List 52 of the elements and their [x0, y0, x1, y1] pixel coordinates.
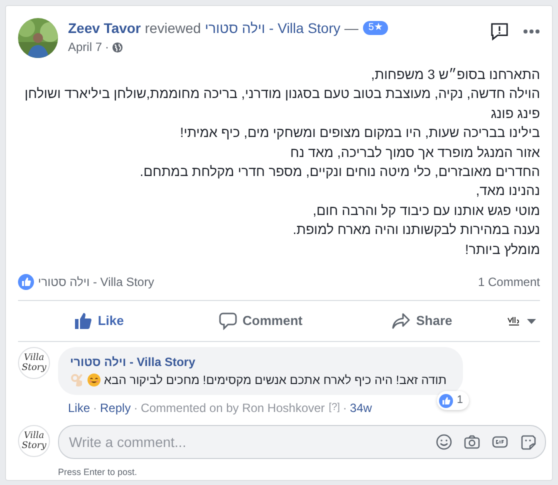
share-button[interactable]: Share	[341, 305, 504, 338]
likers-link[interactable]: וילה סטורי - Villa Story	[38, 273, 154, 292]
comment-count-link[interactable]: 1 Comment	[478, 273, 540, 292]
page-link[interactable]: וילה סטורי - Villa Story	[204, 19, 340, 37]
comment-text: תודה זאב! היה כיף לארח אתכם אנשים מקסימים! מחכים לביקור הבא	[104, 372, 446, 388]
ok-hand-icon	[70, 373, 84, 388]
avatar[interactable]	[18, 18, 58, 58]
like-button[interactable]: Like	[18, 305, 180, 338]
post-text: החדרים מאובזרים, כלי מיטה נוחים ונקיים, מספר חדרי מקלחת במתחם.	[138, 163, 540, 182]
post-text: בילינו בבריכה שעות, היו במקום מצופים ומשחקי מים, כיף אמיתי!	[178, 124, 540, 142]
author-link[interactable]: Zeev Tavor	[68, 19, 141, 37]
comment-button[interactable]: Comment	[180, 305, 342, 338]
caret-icon	[527, 318, 536, 324]
like-reaction-icon	[438, 394, 453, 408]
sticker-icon[interactable]	[520, 434, 536, 450]
camera-icon[interactable]	[464, 434, 480, 450]
page-logo: Villa Story	[18, 425, 50, 458]
composer-hint: Press Enter to post.	[58, 466, 138, 480]
post-text: הוילה חדשה, נקיה, מעוצבת בטוב טעם בסגנון מודרני, בריכה מחוממת,שולחן ביליארד ושולחן פינג פונג	[24, 85, 540, 123]
emoji-icon[interactable]	[436, 434, 452, 450]
smiling-face-icon	[87, 373, 101, 388]
gif-icon[interactable]	[492, 434, 508, 450]
like-reaction-icon	[18, 274, 34, 290]
comment-field[interactable]: Write a comment...	[58, 425, 546, 460]
post-text: מומלץ ביותר!	[464, 240, 540, 259]
post-date[interactable]: April 7	[68, 38, 102, 56]
separator: ·	[105, 39, 110, 56]
share-arrow-icon	[392, 312, 410, 330]
separator: ·	[93, 400, 98, 416]
help-link[interactable]: [?]	[328, 400, 340, 416]
rating-badge: 5★	[363, 21, 388, 35]
separator: ·	[342, 400, 347, 416]
post-text: אזור המנגל מופרד אך סמוך לבריכה, מאד נח	[289, 144, 540, 162]
like-link[interactable]: Like	[68, 400, 90, 416]
more-icon[interactable]	[523, 29, 540, 34]
review-verb: reviewed	[144, 19, 201, 37]
speech-bubble-icon	[218, 312, 237, 330]
separator: ·	[134, 400, 138, 416]
report-icon[interactable]	[490, 22, 509, 41]
reaction-count: 1	[436, 391, 469, 410]
comment-age[interactable]: 34w	[350, 400, 372, 416]
dash: —	[344, 19, 358, 37]
page-logo: Villa Story	[18, 347, 50, 380]
thumbs-up-icon	[74, 312, 92, 330]
post-text: מוטי פגש אותנו עם כיבוד קל והרבה חום,	[312, 202, 540, 220]
comment-meta: Commented on by Ron Hoshkover	[140, 400, 325, 416]
reply-link[interactable]: Reply	[100, 400, 131, 416]
comment-author[interactable]: וילה סטורי - Villa Story	[70, 354, 451, 370]
post-text: נהנינו מאד,	[474, 182, 540, 200]
globe-icon	[112, 42, 124, 52]
post-text: התארחנו בסופ״ש 3 משפחות,	[370, 66, 540, 84]
post-text: נענה במהירות לבקשותנו והיה מארח למופת.	[292, 221, 540, 240]
